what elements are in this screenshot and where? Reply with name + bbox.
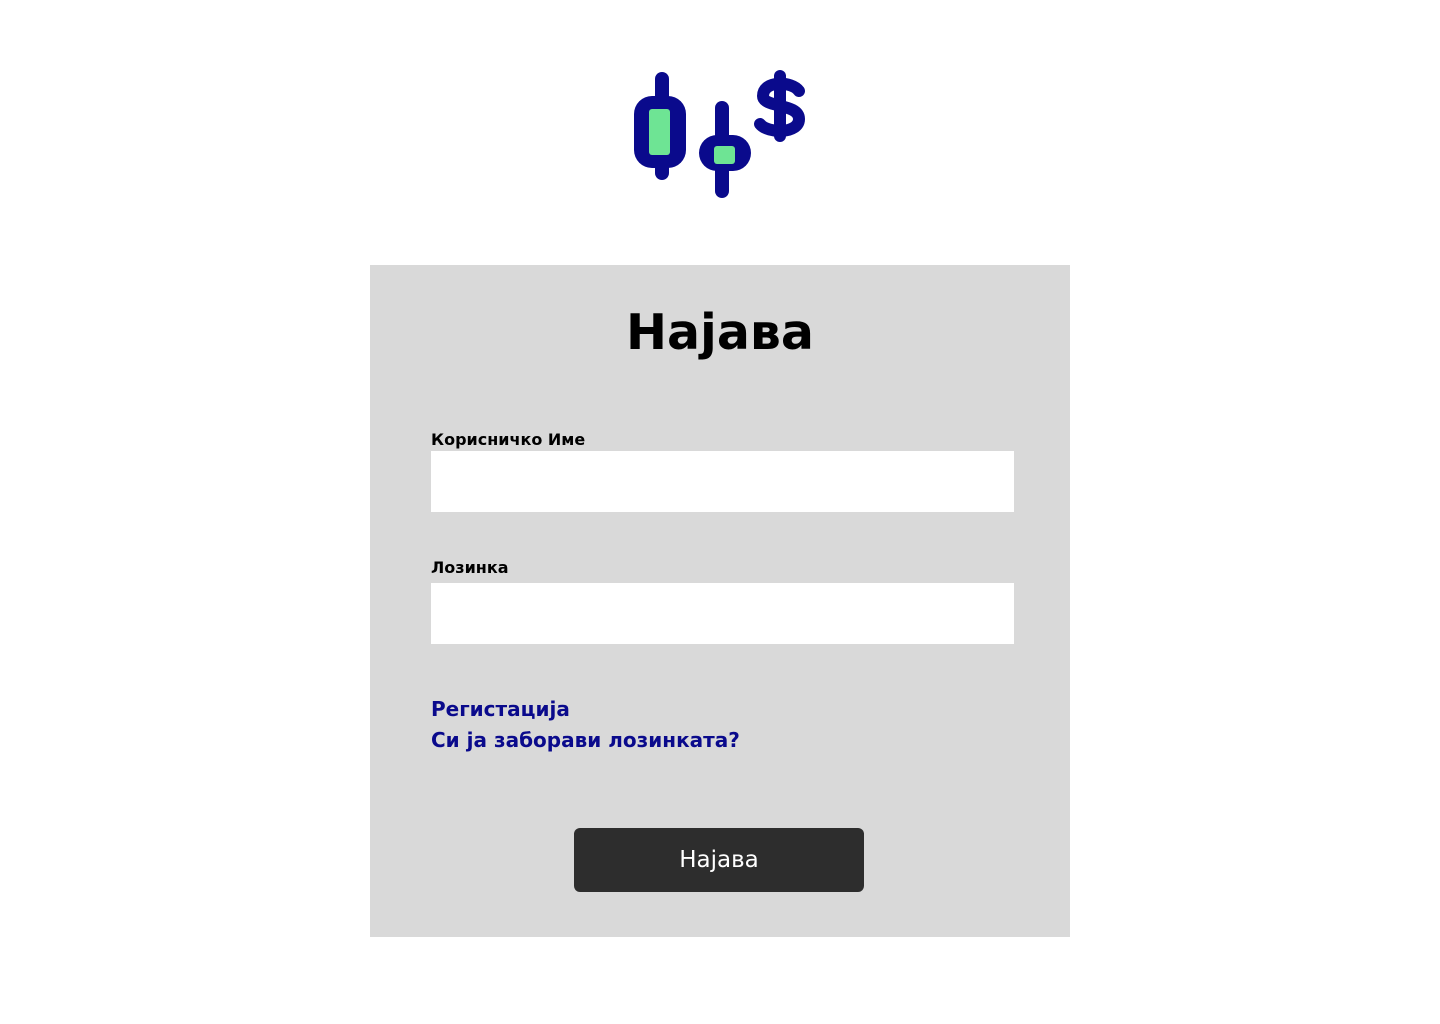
forgot-password-link[interactable]: Си ја заборави лозинката? [431, 727, 740, 753]
page-title: Најава [625, 304, 814, 361]
login-button[interactable]: Најава [574, 828, 864, 892]
username-label: Корисничко Име [431, 430, 586, 449]
logo [630, 68, 810, 202]
password-label: Лозинка [431, 558, 509, 577]
login-card: Најава Корисничко Име Лозинка Регистациј… [370, 265, 1070, 937]
register-link[interactable]: Регистација [431, 696, 570, 722]
candlestick-dollar-icon [634, 70, 805, 198]
username-input[interactable] [431, 451, 1014, 512]
password-input[interactable] [431, 583, 1014, 644]
